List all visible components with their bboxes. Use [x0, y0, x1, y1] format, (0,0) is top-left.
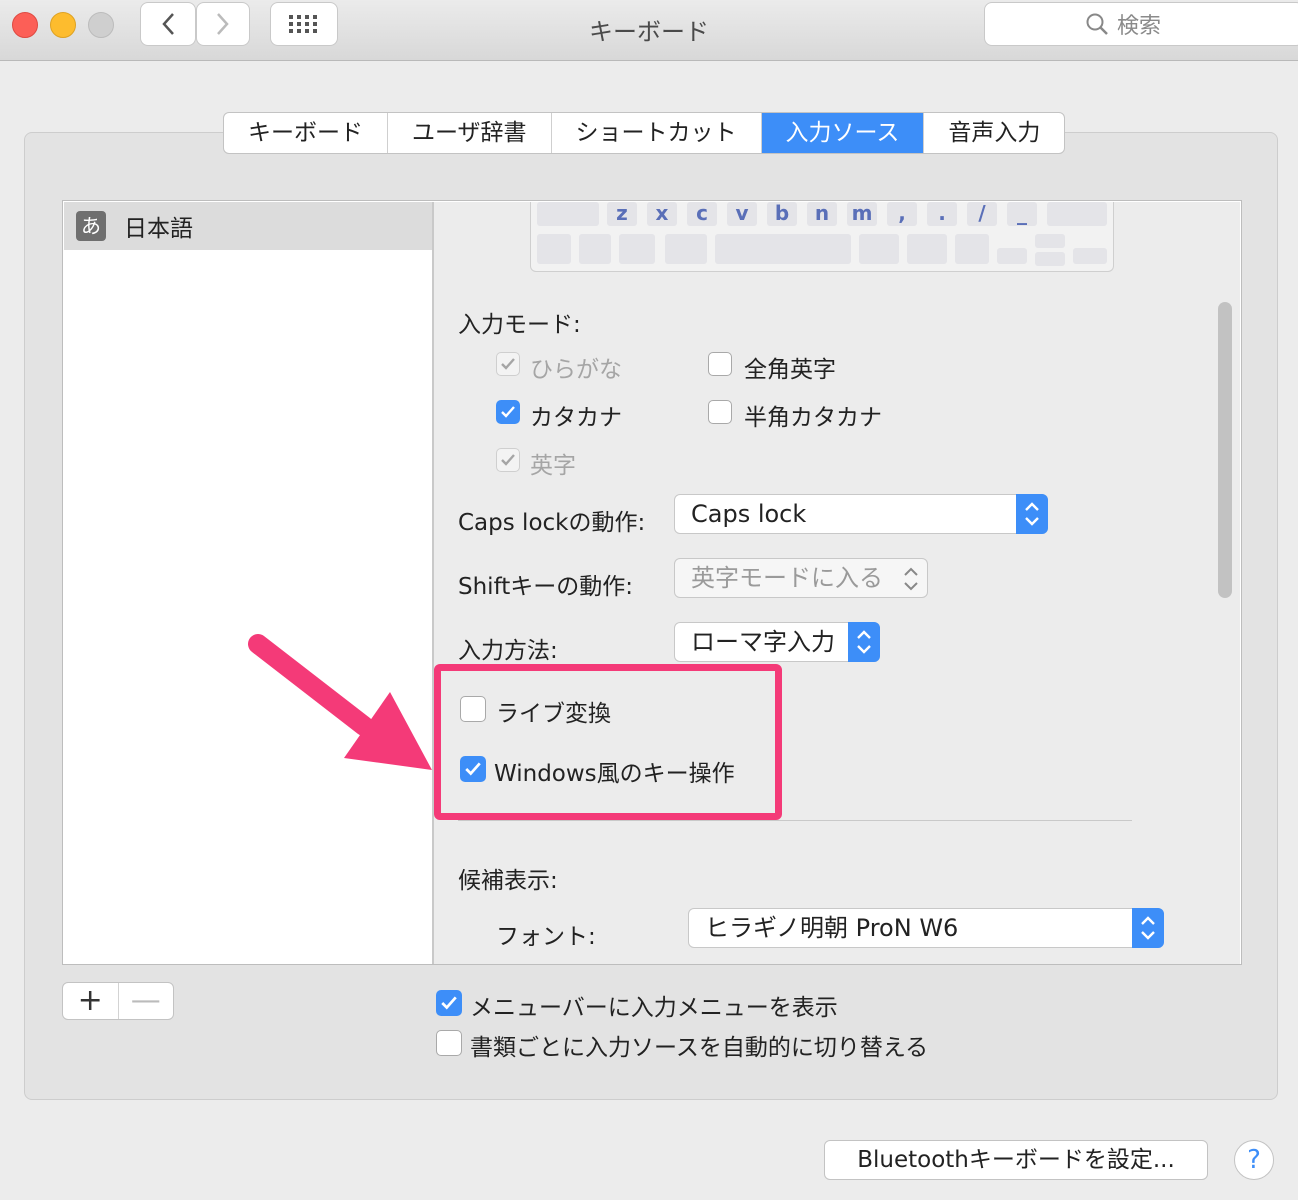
tab-dictation[interactable]: 音声入力 — [924, 113, 1064, 153]
key-slash: / — [967, 202, 997, 226]
font-popup[interactable]: ヒラギノ明朝 ProN W6 — [688, 908, 1164, 948]
scrollbar-thumb[interactable] — [1218, 302, 1232, 598]
japanese-input-icon: あ — [76, 211, 106, 241]
popup-arrows-icon — [1132, 908, 1164, 948]
key-b: b — [767, 202, 797, 226]
input-method-value: ローマ字入力 — [691, 628, 835, 656]
key-period: . — [927, 202, 957, 226]
show-menu-checkbox[interactable] — [436, 990, 462, 1016]
auto-switch-label: 書類ごとに入力ソースを自動的に切り替える — [470, 1035, 929, 1061]
shift-popup[interactable]: 英字モードに入る — [674, 558, 928, 598]
key-underscore: _ — [1007, 202, 1037, 226]
checkmark-icon — [501, 406, 515, 418]
checkmark-icon — [441, 996, 457, 1010]
search-icon — [1086, 13, 1108, 35]
popup-arrows-icon — [904, 567, 918, 591]
caps-lock-label: Caps lockの動作: — [458, 510, 646, 536]
shift-value: 英字モードに入る — [691, 564, 883, 592]
tab-shortcuts[interactable]: ショートカット — [552, 113, 762, 153]
section-separator — [458, 820, 1132, 821]
search-placeholder: 検索 — [1117, 14, 1162, 39]
setup-bluetooth-keyboard-button[interactable]: Bluetoothキーボードを設定... — [824, 1140, 1208, 1180]
hiragana-label: ひらがな — [530, 357, 622, 383]
tab-bar: キーボード ユーザ辞書 ショートカット 入力ソース 音声入力 — [223, 112, 1066, 154]
search-field[interactable]: 検索 — [984, 2, 1298, 46]
input-method-label: 入力方法: — [458, 638, 558, 664]
key-m: m — [847, 202, 877, 226]
auto-switch-checkbox[interactable] — [436, 1030, 462, 1056]
font-label: フォント: — [496, 924, 596, 950]
annotation-arrow-icon — [248, 634, 432, 770]
help-button[interactable]: ? — [1234, 1140, 1274, 1180]
popup-arrows-icon — [848, 622, 880, 662]
halfwidth-katakana-label: 半角カタカナ — [744, 405, 882, 431]
input-mode-title: 入力モード: — [458, 312, 581, 338]
katakana-checkbox[interactable] — [496, 400, 520, 424]
caps-lock-value: Caps lock — [691, 500, 807, 528]
katakana-label: カタカナ — [530, 405, 622, 431]
add-remove-buttons: + — — [62, 982, 174, 1020]
key-comma: , — [887, 202, 917, 226]
highlight-box — [434, 664, 782, 820]
key-z: z — [607, 202, 637, 226]
hiragana-checkbox[interactable] — [496, 352, 520, 376]
fullwidth-roman-checkbox[interactable] — [708, 352, 732, 376]
fullwidth-roman-label: 全角英字 — [744, 357, 836, 383]
key-n: n — [807, 202, 837, 226]
input-method-popup[interactable]: ローマ字入力 — [674, 622, 880, 662]
key-v: v — [727, 202, 757, 226]
halfwidth-katakana-checkbox[interactable] — [708, 400, 732, 424]
tab-keyboard[interactable]: キーボード — [224, 113, 388, 153]
font-value: ヒラギノ明朝 ProN W6 — [705, 914, 959, 942]
input-source-label: 日本語 — [124, 216, 193, 242]
show-menu-label: メニューバーに入力メニューを表示 — [470, 995, 838, 1021]
key-c: c — [687, 202, 717, 226]
checkmark-icon — [501, 454, 515, 466]
key-x: x — [647, 202, 677, 226]
remove-source-button[interactable]: — — [117, 983, 174, 1019]
tab-user-dictionary[interactable]: ユーザ辞書 — [388, 113, 552, 153]
tab-input-sources[interactable]: 入力ソース — [761, 113, 925, 153]
shift-label: Shiftキーの動作: — [458, 574, 634, 600]
keyboard-preview: z x c v b n m , . / _ — [530, 202, 1114, 272]
candidates-title: 候補表示: — [458, 868, 558, 894]
checkmark-icon — [501, 358, 515, 370]
input-source-item-japanese[interactable]: あ 日本語 — [64, 202, 432, 250]
add-source-button[interactable]: + — [63, 983, 118, 1019]
caps-lock-popup[interactable]: Caps lock — [674, 494, 1048, 534]
roman-label: 英字 — [530, 453, 576, 479]
popup-arrows-icon — [1016, 494, 1048, 534]
roman-checkbox[interactable] — [496, 448, 520, 472]
